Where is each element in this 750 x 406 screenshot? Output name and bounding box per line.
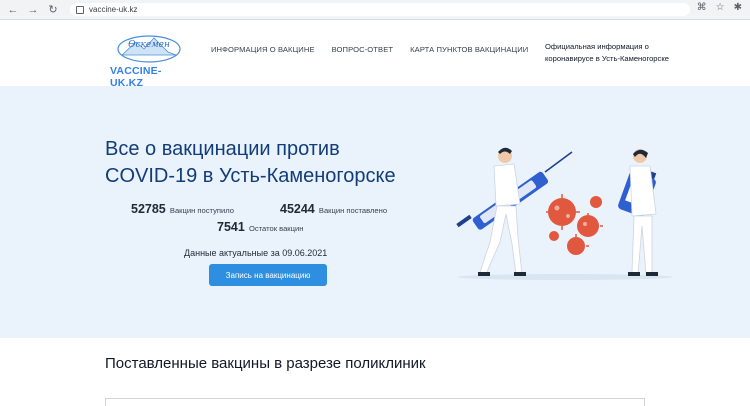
stat-delivered-label: Вакцин поставлено xyxy=(318,206,388,215)
official-info-line1: Официальная информация о xyxy=(545,42,649,51)
star-icon[interactable]: ☆ xyxy=(716,2,725,13)
official-info-link[interactable]: Официальная информация о коронавирусе в … xyxy=(545,41,685,65)
hero-title-line1: Все о вакцинации против xyxy=(105,138,340,160)
site-logo[interactable]: Өскемен VACCINE-UK.KZ xyxy=(108,30,188,89)
back-icon[interactable]: ← xyxy=(6,3,20,17)
stat-remaining-value: 7541 xyxy=(217,220,245,234)
stat-delivered-value: 45244 xyxy=(280,202,315,216)
data-updated-date: Данные актуальные за 09.06.2021 xyxy=(184,248,328,258)
section-title: Поставленные вакцины в разрезе поликлини… xyxy=(105,355,426,372)
official-info-line2: коронавирусе в Усть-Каменогорске xyxy=(545,54,669,63)
stat-remaining-label: Остаток вакцин xyxy=(248,224,304,233)
book-vaccination-button[interactable]: Запись на вакцинацию xyxy=(209,264,327,286)
extensions-icon[interactable]: ✱ xyxy=(734,2,742,13)
lock-icon xyxy=(76,5,84,14)
stat-received: 52785 Вакцин поступило xyxy=(131,202,234,216)
vaccination-illustration xyxy=(456,147,673,280)
forward-icon[interactable]: → xyxy=(26,3,40,17)
hero-section: Все о вакцинации против COVID-19 в Усть-… xyxy=(0,86,750,338)
stat-remaining: 7541 Остаток вакцин xyxy=(217,220,303,234)
site-header: Өскемен VACCINE-UK.KZ ИНФОРМАЦИЯ О ВАКЦИ… xyxy=(0,20,750,89)
mountain-logo-icon: Өскемен xyxy=(117,35,181,63)
logo-script: Өскемен xyxy=(128,40,170,50)
menu-item-faq[interactable]: ВОПРОС-ОТВЕТ xyxy=(332,45,394,54)
hero-title-line2: COVID-19 в Усть-Каменогорске xyxy=(105,165,396,187)
main-menu: ИНФОРМАЦИЯ О ВАКЦИНЕ ВОПРОС-ОТВЕТ КАРТА … xyxy=(211,45,528,54)
stat-received-label: Вакцин поступило xyxy=(169,206,234,215)
hero-title: Все о вакцинации против COVID-19 в Усть-… xyxy=(105,136,435,190)
doctor-right-illustration xyxy=(628,149,658,276)
url-text: vaccine-uk.kz xyxy=(89,5,138,14)
menu-item-vaccination-map[interactable]: КАРТА ПУНКТОВ ВАКЦИНАЦИИ xyxy=(410,45,528,54)
virus-icon xyxy=(548,196,602,255)
qr-icon[interactable]: ⌘ xyxy=(697,2,707,13)
address-bar[interactable]: vaccine-uk.kz xyxy=(70,3,690,16)
browser-toolbar: ← → ↻ vaccine-uk.kz ⌘ ☆ ✱ xyxy=(0,0,750,20)
polyclinic-table xyxy=(105,398,645,406)
stat-received-value: 52785 xyxy=(131,202,166,216)
menu-item-vaccine-info[interactable]: ИНФОРМАЦИЯ О ВАКЦИНЕ xyxy=(211,45,315,54)
reload-icon[interactable]: ↻ xyxy=(46,3,60,17)
stat-delivered: 45244 Вакцин поставлено xyxy=(280,202,387,216)
